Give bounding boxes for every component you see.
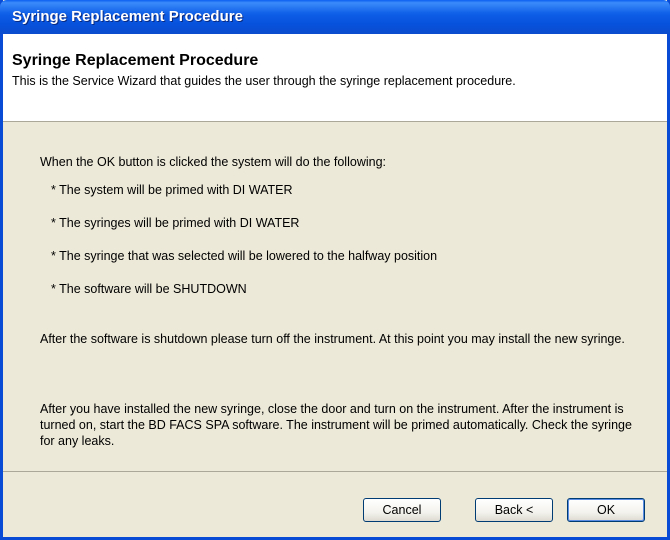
wizard-header: Syringe Replacement Procedure This is th… [3,34,667,122]
header-description: This is the Service Wizard that guides t… [12,74,516,88]
window-title: Syringe Replacement Procedure [12,8,243,25]
cancel-button[interactable]: Cancel [363,498,441,522]
paragraph-install: After you have installed the new syringe… [40,402,632,448]
header-title: Syringe Replacement Procedure [12,52,259,69]
bullet-item: * The software will be SHUTDOWN [51,282,247,296]
intro-text: When the OK button is clicked the system… [40,155,386,169]
paragraph-shutdown: After the software is shutdown please tu… [40,332,625,346]
bullet-item: * The system will be primed with DI WATE… [51,183,293,197]
wizard-content: When the OK button is clicked the system… [3,123,667,472]
ok-button[interactable]: OK [567,498,645,522]
window-titlebar[interactable]: Syringe Replacement Procedure [0,0,670,34]
back-button[interactable]: Back < [475,498,553,522]
bullet-item: * The syringes will be primed with DI WA… [51,216,300,230]
bullet-item: * The syringe that was selected will be … [51,249,438,263]
wizard-window: Syringe Replacement Procedure Syringe Re… [0,0,670,540]
